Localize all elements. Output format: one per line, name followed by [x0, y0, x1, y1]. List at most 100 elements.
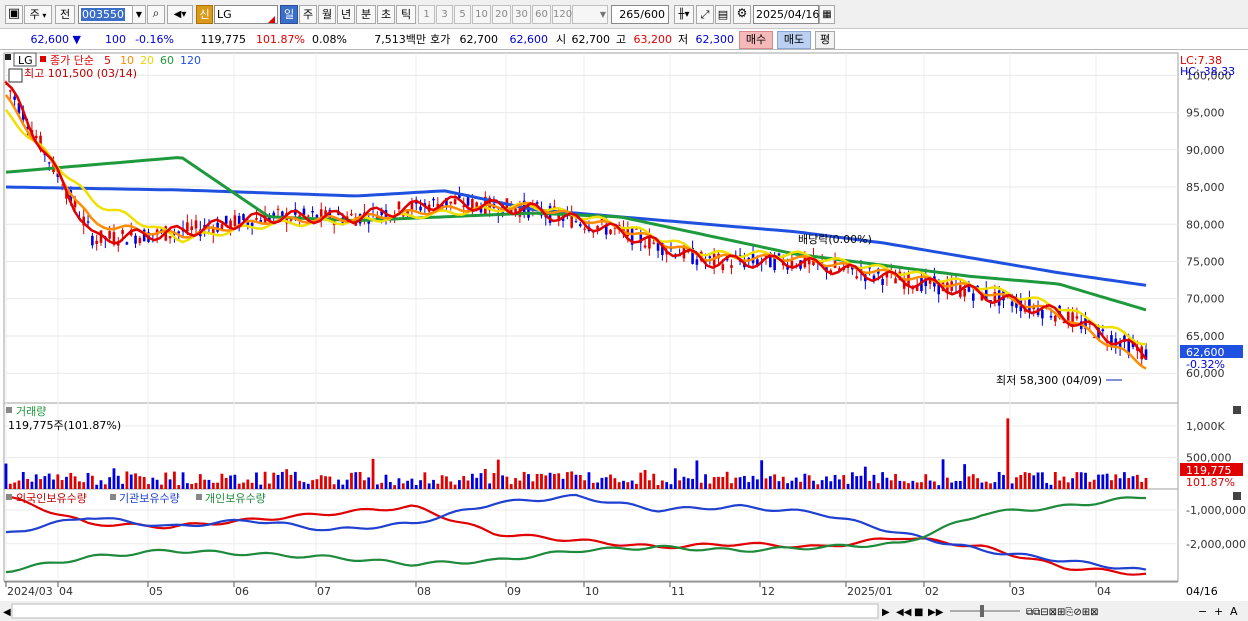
candle-body: [1010, 301, 1014, 307]
period-tick[interactable]: 틱: [396, 5, 416, 24]
price-y-tick: 80,000: [1186, 218, 1225, 231]
volume-bar: [695, 460, 699, 489]
holding-menu-icon[interactable]: [6, 494, 12, 500]
draw-tool-icon[interactable]: ⤢: [696, 5, 714, 24]
scroll-left-icon[interactable]: ◀: [3, 607, 11, 618]
volume-bar: [574, 474, 578, 489]
rewind-icon[interactable]: ◀◀: [896, 607, 912, 618]
volume-bar: [699, 482, 703, 489]
candle-body: [306, 215, 310, 217]
interval-20[interactable]: 20: [492, 5, 511, 24]
volume-bar: [678, 480, 682, 489]
calendar-icon[interactable]: ▦: [819, 5, 835, 24]
sell-button[interactable]: 매도: [777, 31, 811, 49]
name-flag-icon: [268, 16, 275, 23]
volume-bar: [665, 482, 669, 489]
candle-body: [289, 219, 293, 221]
period-month[interactable]: 월: [318, 5, 336, 24]
eval-button[interactable]: 평: [815, 31, 835, 49]
layout-tools-icon[interactable]: ⧉⧉⊟⊠⊞⎘⊘⊞⊠: [1026, 607, 1099, 618]
stock-chart[interactable]: 100,00095,00090,00085,00080,00075,00070,…: [0, 51, 1248, 621]
volume-bar: [147, 484, 150, 489]
code-dropdown-icon[interactable]: ▼: [132, 5, 146, 24]
credit-badge[interactable]: 신: [196, 5, 213, 24]
volume-bar: [514, 478, 517, 489]
play-icon[interactable]: ▶▶: [928, 607, 944, 618]
auto-scale-icon[interactable]: A: [1230, 605, 1238, 618]
gear-icon[interactable]: ⚙: [733, 5, 751, 24]
buy-button[interactable]: 매수: [739, 31, 773, 49]
candle-type-icon[interactable]: ╫▾: [674, 5, 694, 24]
interval-1[interactable]: 1: [418, 5, 435, 24]
zoom-in-icon[interactable]: +: [1214, 605, 1223, 618]
volume-bar: [229, 475, 232, 489]
interval-5[interactable]: 5: [454, 5, 471, 24]
scroll-right-icon[interactable]: ▶: [882, 607, 890, 618]
interval-custom[interactable]: ▼: [572, 5, 608, 24]
stop-icon[interactable]: ■: [914, 607, 923, 618]
volume: 119,775: [200, 33, 247, 46]
volume-bar: [406, 480, 409, 489]
volume-bar: [432, 479, 435, 489]
x-axis-right-label: 04/16: [1186, 585, 1218, 598]
x-tick-label: 02: [925, 585, 939, 598]
x-tick-label: 03: [1011, 585, 1025, 598]
volume-tag-pct: 101.87%: [1186, 476, 1235, 489]
grid-toggle-icon[interactable]: [8, 68, 23, 83]
volume-bar: [1079, 472, 1083, 489]
scrollbar-track[interactable]: [11, 603, 879, 619]
volume-bar: [315, 479, 319, 489]
volume-bar: [332, 484, 336, 489]
interval-120[interactable]: 120: [552, 5, 572, 24]
volume-bar: [738, 477, 742, 489]
volume-bar: [812, 480, 815, 489]
candle-body: [401, 215, 405, 217]
save-icon[interactable]: ▤: [715, 5, 731, 24]
period-week[interactable]: 주: [299, 5, 317, 24]
candle-body: [1041, 309, 1044, 319]
x-tick-label: 06: [235, 585, 249, 598]
candle-body: [138, 237, 142, 244]
tab-all[interactable]: 전: [55, 5, 75, 24]
volume-bar: [268, 483, 271, 489]
low-note: 최저 58,300 (04/09): [996, 374, 1102, 387]
legend-inst: 기관보유수량: [119, 492, 180, 505]
period-minute[interactable]: 분: [356, 5, 376, 24]
volume-close-icon[interactable]: [1233, 406, 1241, 414]
candle-body: [1101, 329, 1105, 332]
interval-60[interactable]: 60: [532, 5, 551, 24]
volume-bar: [380, 482, 384, 489]
zoom-slider-handle[interactable]: [980, 605, 984, 617]
volume-bar: [881, 472, 884, 489]
panel-menu-icon[interactable]: [5, 54, 11, 60]
volume-bar: [95, 484, 99, 489]
ask-price: 62,700: [459, 33, 499, 46]
data-count-field[interactable]: 265/600: [611, 5, 669, 24]
holding-close-icon[interactable]: [1233, 492, 1241, 500]
volume-bar: [276, 474, 280, 489]
candle-body: [579, 224, 582, 227]
interval-30[interactable]: 30: [512, 5, 531, 24]
volume-bar: [1131, 476, 1135, 489]
date-input[interactable]: 2025/04/16: [753, 5, 819, 24]
zoom-out-icon[interactable]: −: [1198, 605, 1207, 618]
tab-main[interactable]: 주 ▾: [24, 5, 52, 24]
volume-bar: [682, 476, 686, 489]
period-day[interactable]: 일: [280, 5, 298, 24]
volume-bar: [755, 479, 759, 489]
period-second[interactable]: 초: [377, 5, 395, 24]
candle-body: [1054, 315, 1057, 322]
volume-bar: [531, 481, 535, 489]
interval-10[interactable]: 10: [472, 5, 491, 24]
volume-bar: [578, 474, 582, 489]
search-icon[interactable]: ⌕: [147, 5, 165, 24]
volume-menu-icon[interactable]: [6, 407, 12, 413]
layout-icon[interactable]: ▣: [5, 5, 23, 24]
candle-body: [574, 221, 578, 223]
volume-bar: [233, 474, 237, 489]
volume-bar: [786, 483, 789, 489]
volume-bar: [47, 473, 51, 489]
sound-icon[interactable]: ◀▾: [167, 5, 193, 24]
period-year[interactable]: 년: [337, 5, 355, 24]
interval-3[interactable]: 3: [436, 5, 453, 24]
